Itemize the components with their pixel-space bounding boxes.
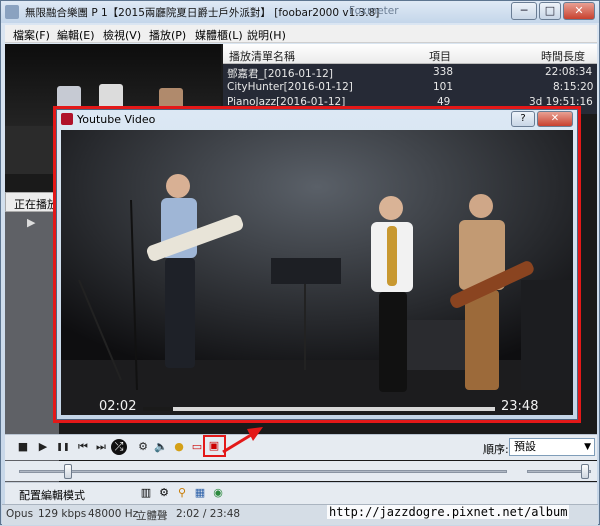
title-bar[interactable]: 無限融合樂團 P 1【2015兩廳院夏日爵士戶外派對】 [foobar2000 … — [1, 1, 599, 23]
playlist-manager[interactable]: 播放清單名稱 項目 時間長度 鄧嘉君_[2016-01-12] 338 22:0… — [223, 44, 597, 114]
menu-view[interactable]: 檢視(V) — [103, 27, 141, 43]
menu-edit[interactable]: 編輯(E) — [57, 27, 95, 43]
minimize-button[interactable]: ─ — [511, 2, 537, 20]
layout-edit-button[interactable]: 配置編輯模式 — [19, 487, 85, 503]
menu-help[interactable]: 說明(H) — [247, 27, 286, 43]
total-time: 23:48 — [501, 399, 539, 414]
menu-bar: 檔案(F) 編輯(E) 檢視(V) 播放(P) 媒體櫃(L) 說明(H) — [5, 25, 597, 43]
pause-button[interactable]: ❚❚ — [55, 439, 71, 455]
video-frame — [61, 130, 573, 415]
bulb-icon[interactable]: ● — [171, 439, 187, 455]
stop-button[interactable]: ■ — [15, 439, 31, 455]
random-button[interactable]: ⤮ — [111, 439, 127, 455]
status-bitrate: 129 kbps — [38, 508, 87, 520]
column-items[interactable]: 項目 — [429, 48, 451, 64]
menu-playback[interactable]: 播放(P) — [149, 27, 186, 43]
equalizer-icon[interactable]: ▥ — [139, 486, 153, 500]
gear-icon[interactable]: ⚙ — [157, 486, 171, 500]
play-button[interactable]: ▶ — [35, 439, 51, 455]
globe-icon[interactable]: ◉ — [211, 486, 225, 500]
order-label: 順序: — [483, 443, 509, 456]
order-select[interactable]: 預設 ▼ — [509, 438, 595, 456]
youtube-close-button[interactable]: ✕ — [537, 111, 573, 127]
volume-thumb[interactable] — [580, 464, 589, 479]
playlist-row[interactable]: 鄧嘉君_[2016-01-12] 338 22:08:34 — [223, 66, 597, 80]
previous-button[interactable]: ⏮ — [75, 439, 91, 455]
next-button[interactable]: ⏭ — [93, 439, 109, 455]
status-samplerate: 48000 Hz — [88, 508, 139, 520]
column-duration[interactable]: 時間長度 — [541, 48, 585, 64]
playlist-row[interactable]: CityHunter[2016-01-12] 101 8:15:20 — [223, 81, 597, 94]
background-window-title: Foxmeter — [349, 5, 399, 17]
youtube-video-window: Youtube Video ? ✕ 02:02 23:48 — [56, 109, 578, 420]
video-progress-fill — [143, 407, 174, 411]
column-name[interactable]: 播放清單名稱 — [229, 48, 295, 64]
seek-row — [5, 461, 597, 481]
transport-toolbar: ■ ▶ ❚❚ ⏮ ⏭ ⤮ ⚙ 🔈 ● ▭ ▣ 順序: 預設 ▼ — [5, 434, 597, 460]
video-seek-bar[interactable] — [143, 407, 495, 411]
chevron-down-icon: ▼ — [584, 442, 591, 452]
seek-thumb[interactable] — [63, 464, 72, 479]
menu-library[interactable]: 媒體櫃(L) — [195, 27, 243, 43]
menu-file[interactable]: 檔案(F) — [13, 27, 50, 43]
save-icon[interactable]: ▦ — [193, 486, 207, 500]
maximize-button[interactable]: □ — [539, 2, 561, 20]
layout-bar: 配置編輯模式 ▥ ⚙ ⚲ ▦ ◉ — [5, 482, 597, 504]
window-title: 無限融合樂團 P 1【2015兩廳院夏日爵士戶外派對】 [foobar2000 … — [25, 7, 380, 19]
volume-icon[interactable]: 🔈 — [153, 439, 169, 455]
foobar-window: 無限融合樂團 P 1【2015兩廳院夏日爵士戶外派對】 [foobar2000 … — [0, 0, 600, 525]
seek-bar[interactable] — [19, 470, 507, 473]
status-codec: Opus — [6, 508, 34, 520]
search-icon[interactable]: ⚲ — [175, 486, 189, 500]
play-indicator-icon: ▶ — [27, 216, 36, 229]
youtube-icon — [61, 113, 73, 125]
status-time: 2:02 / 23:48 — [176, 508, 241, 520]
youtube-button[interactable]: ▣ — [206, 438, 222, 454]
app-icon — [5, 5, 19, 19]
playlist-header: 播放清單名稱 項目 時間長度 — [223, 44, 597, 64]
close-button[interactable]: ✕ — [563, 2, 595, 20]
status-channels: 立體聲 — [136, 510, 168, 522]
help-button[interactable]: ? — [511, 111, 535, 127]
playlist-row[interactable]: PianoJazz[2016-01-12] 49 3d 19:51:16 — [223, 96, 597, 109]
current-time: 02:02 — [99, 399, 137, 414]
video-player[interactable]: 02:02 23:48 — [61, 130, 573, 415]
watermark: http://jazzdogre.pixnet.net/album — [327, 505, 570, 519]
settings-icon[interactable]: ⚙ — [135, 439, 151, 455]
youtube-window-title: Youtube Video — [77, 113, 156, 126]
